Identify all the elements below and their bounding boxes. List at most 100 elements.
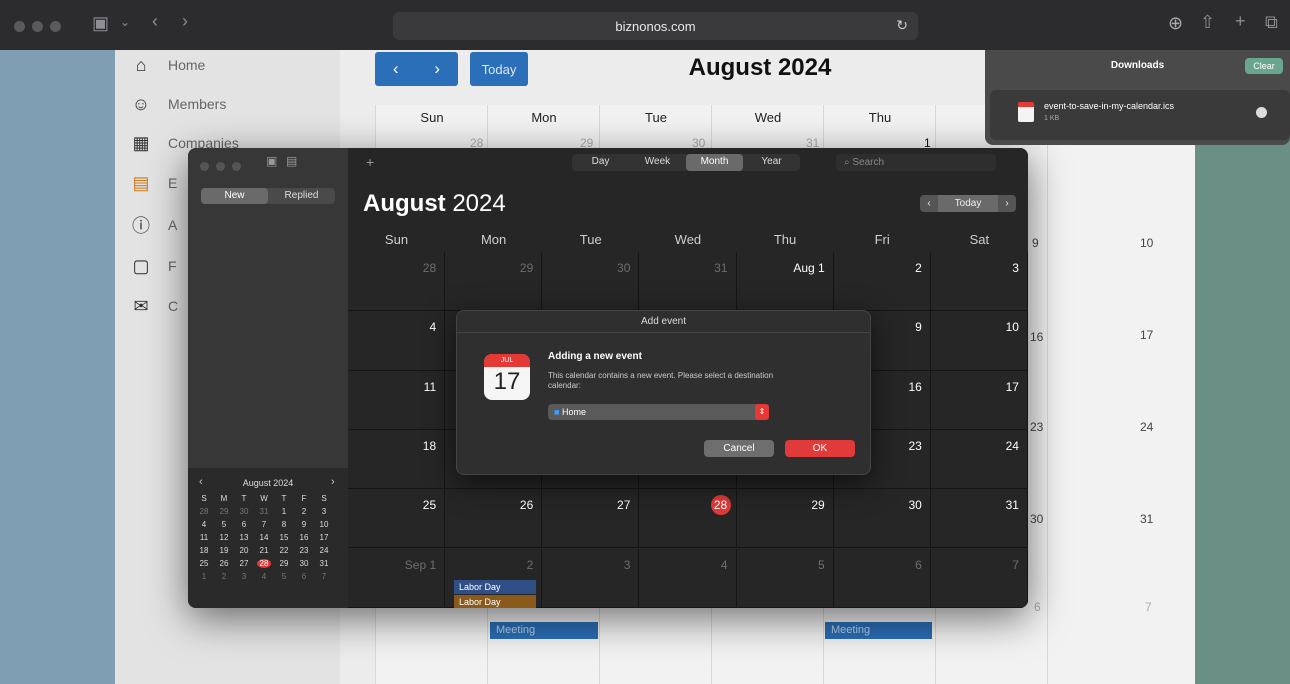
mini-day[interactable]: 29 (277, 559, 291, 568)
add-event-icon[interactable]: + (366, 154, 374, 170)
window-controls[interactable] (14, 19, 68, 37)
mini-day[interactable]: 23 (297, 546, 311, 555)
mini-day[interactable]: 4 (197, 520, 211, 529)
day-cell[interactable]: 2 (833, 252, 931, 312)
mini-day[interactable]: 28 (197, 507, 211, 516)
day-cell[interactable]: 11 (348, 370, 446, 430)
app-window-controls[interactable] (200, 158, 248, 176)
day-cell[interactable]: 3 (542, 548, 640, 608)
mini-day[interactable]: 11 (197, 533, 211, 542)
address-bar[interactable]: biznonos.com ↻ (393, 12, 918, 40)
mini-day[interactable]: 20 (237, 546, 251, 555)
mini-day[interactable]: 7 (317, 572, 331, 581)
mini-day[interactable]: 28 (257, 559, 271, 568)
mini-prev-icon[interactable]: ‹ (199, 476, 203, 488)
back-icon[interactable]: ‹ (152, 11, 158, 32)
chevron-right-icon[interactable]: › (434, 59, 440, 79)
day-cell[interactable]: 27 (542, 489, 640, 549)
mini-day[interactable]: 6 (237, 520, 251, 529)
site-nav-events[interactable]: ▤ E (130, 172, 177, 194)
mini-day[interactable]: 2 (217, 572, 231, 581)
calendar-select[interactable]: ■ Home ⇕ (548, 404, 769, 420)
next-month-button[interactable]: › (998, 198, 1016, 209)
sidebar-toggle-icon[interactable]: ▣ (92, 13, 109, 34)
mini-day[interactable]: 19 (217, 546, 231, 555)
clear-downloads-button[interactable]: Clear (1245, 58, 1283, 74)
tabs-overview-icon[interactable]: ⧉ (1265, 12, 1278, 33)
minimize-dot[interactable] (32, 21, 43, 32)
mini-day[interactable]: 1 (197, 572, 211, 581)
day-cell[interactable]: 3 (930, 252, 1028, 312)
close-dot[interactable] (14, 21, 25, 32)
event-labor-day[interactable]: Labor Day (454, 580, 536, 594)
chevron-left-icon[interactable]: ‹ (393, 59, 399, 79)
tab-replied[interactable]: Replied (268, 188, 335, 204)
day-cell[interactable]: 24 (930, 429, 1028, 490)
chevron-down-icon[interactable]: ⌄ (120, 15, 130, 29)
site-nav-alerts[interactable]: ⓘ A (130, 214, 177, 236)
mini-day[interactable]: 3 (317, 507, 331, 516)
mini-day[interactable]: 18 (197, 546, 211, 555)
downloads-icon[interactable]: ⊕ (1168, 13, 1183, 34)
day-cell[interactable]: 5 (736, 548, 834, 608)
reload-icon[interactable]: ↻ (896, 17, 908, 34)
day-cell[interactable]: 31 (930, 489, 1028, 549)
day-cell[interactable]: 29 (736, 489, 834, 549)
mini-day[interactable]: 6 (297, 572, 311, 581)
day-cell[interactable]: 4 (639, 548, 737, 608)
mini-day[interactable]: 3 (237, 572, 251, 581)
zoom-dot[interactable] (232, 162, 241, 171)
mini-day[interactable]: 1 (277, 507, 291, 516)
day-cell[interactable]: 6 (833, 548, 931, 608)
day-cell[interactable]: 17 (930, 370, 1028, 430)
reveal-in-finder-icon[interactable] (1256, 107, 1267, 118)
day-cell[interactable]: 4 (348, 311, 446, 371)
inbox-segmented-control[interactable]: New Replied (201, 188, 335, 204)
event-labor-day[interactable]: Labor Day (454, 595, 536, 608)
site-nav-contact[interactable]: ✉ C (130, 295, 178, 317)
mini-day[interactable]: 24 (317, 546, 331, 555)
day-cell[interactable]: Aug 1 (736, 252, 834, 312)
minimize-dot[interactable] (216, 162, 225, 171)
mini-day[interactable]: 17 (317, 533, 331, 542)
mini-day[interactable]: 12 (217, 533, 231, 542)
view-switcher[interactable]: Day Week Month Year (572, 154, 800, 171)
mini-day[interactable]: 5 (217, 520, 231, 529)
mini-day[interactable]: 31 (257, 507, 271, 516)
day-cell[interactable]: Sep 1 (348, 548, 446, 608)
forward-icon[interactable]: › (182, 11, 188, 32)
mini-day[interactable]: 9 (297, 520, 311, 529)
day-cell[interactable]: 29 (445, 252, 543, 312)
site-event[interactable]: Meeting (825, 622, 932, 639)
new-tab-icon[interactable]: + (1235, 11, 1246, 32)
day-cell[interactable]: 10 (930, 311, 1028, 371)
day-cell[interactable]: 25 (348, 489, 446, 549)
mini-day[interactable]: 13 (237, 533, 251, 542)
mini-day[interactable]: 5 (277, 572, 291, 581)
mini-day[interactable]: 14 (257, 533, 271, 542)
day-cell[interactable]: 28 (348, 252, 446, 312)
site-event[interactable]: Meeting (490, 622, 598, 639)
site-month-nav[interactable]: ‹ › (375, 52, 458, 86)
day-cell[interactable]: 30 (833, 489, 931, 549)
site-nav-home[interactable]: ⌂ Home (130, 54, 206, 76)
cancel-button[interactable]: Cancel (704, 440, 774, 457)
ok-button[interactable]: OK (785, 440, 855, 457)
mini-day[interactable]: 26 (217, 559, 231, 568)
mini-day[interactable]: 27 (237, 559, 251, 568)
day-cell[interactable]: 31 (639, 252, 737, 312)
day-cell[interactable]: 7 (930, 548, 1028, 608)
mini-day[interactable]: 16 (297, 533, 311, 542)
view-month[interactable]: Month (686, 154, 743, 171)
search-field[interactable]: ⌕ Search (836, 154, 996, 171)
day-cell[interactable]: 18 (348, 429, 446, 490)
today-button[interactable]: Today (938, 195, 998, 212)
site-nav-files[interactable]: ▢ F (130, 255, 176, 277)
calendars-list-icon[interactable]: ▣ (266, 154, 277, 168)
mini-day[interactable]: 15 (277, 533, 291, 542)
mini-day[interactable]: 30 (297, 559, 311, 568)
mini-day[interactable]: 22 (277, 546, 291, 555)
mini-day[interactable]: 25 (197, 559, 211, 568)
mini-day[interactable]: 30 (237, 507, 251, 516)
share-icon[interactable]: ⇧ (1200, 12, 1215, 33)
